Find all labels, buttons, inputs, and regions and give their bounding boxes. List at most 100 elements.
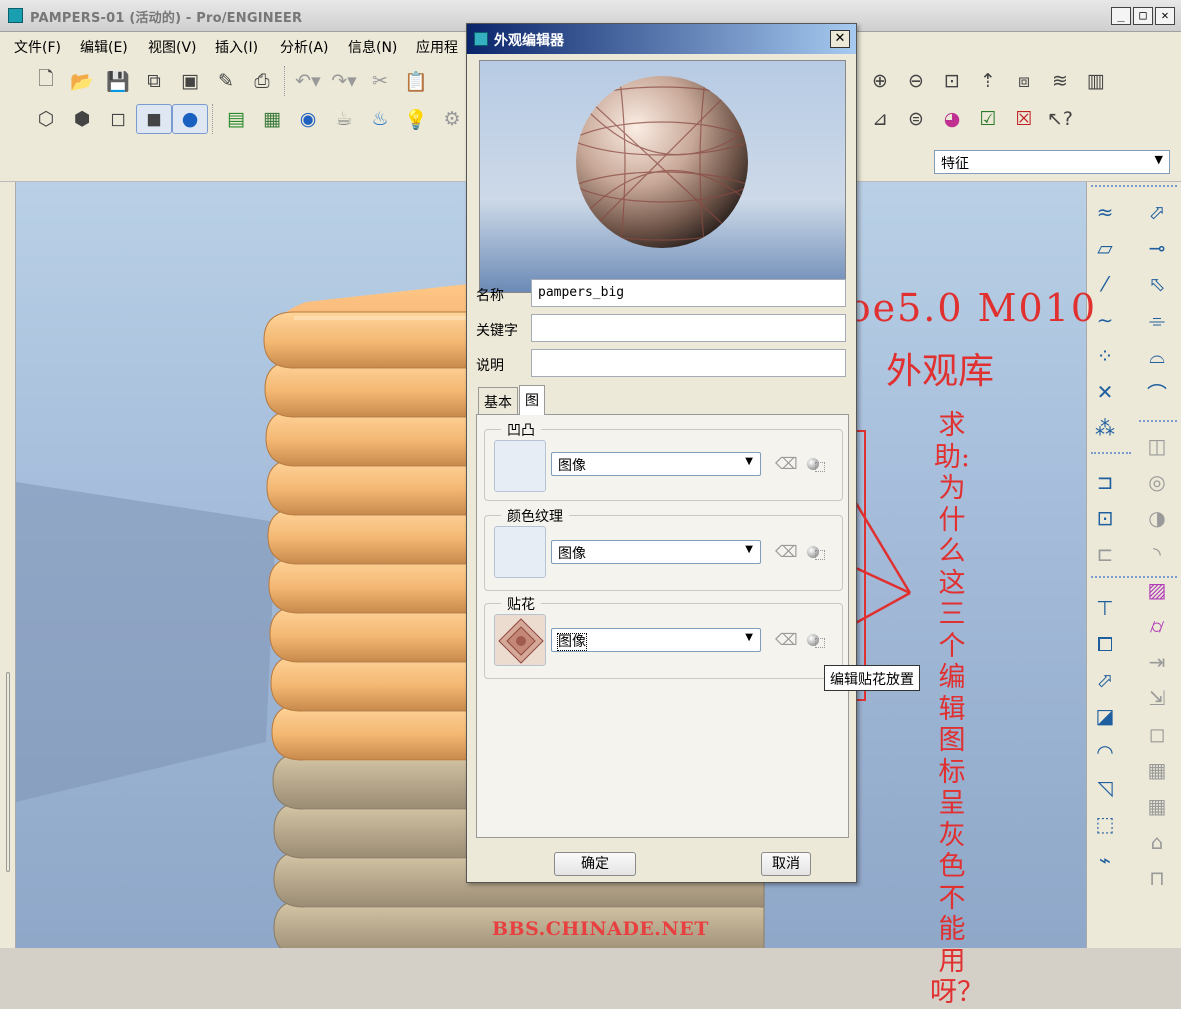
teapot-icon[interactable]: ☕ bbox=[326, 104, 362, 134]
eraser-icon[interactable]: ⌫ bbox=[775, 630, 798, 649]
new-icon[interactable]: 🗋 bbox=[28, 66, 64, 96]
cut-icon[interactable]: ✂ bbox=[362, 66, 398, 96]
close-window-icon[interactable]: ☒ bbox=[1006, 104, 1042, 134]
rib-icon[interactable]: ⬀ bbox=[1091, 666, 1119, 694]
style-icon[interactable]: ⌒ bbox=[1143, 378, 1171, 406]
zoom-in-icon[interactable]: ⊕ bbox=[862, 66, 898, 96]
window-icon[interactable]: ▣ bbox=[172, 66, 208, 96]
solidify-icon[interactable]: ▦ bbox=[1143, 756, 1171, 784]
decal-type-select[interactable]: 图像 ▼ bbox=[551, 628, 761, 652]
wrap-icon[interactable]: ⇲ bbox=[1143, 684, 1171, 712]
eraser-icon[interactable]: ⌫ bbox=[775, 542, 798, 561]
boundary-blend-icon[interactable]: ⌓ bbox=[1143, 342, 1171, 370]
merge-icon[interactable]: ◎ bbox=[1143, 468, 1171, 496]
draft-icon[interactable]: ◪ bbox=[1091, 702, 1119, 730]
minimize-button[interactable]: _ bbox=[1111, 7, 1131, 25]
texture-icon[interactable]: ▦ bbox=[254, 104, 290, 134]
color-texture-swatch[interactable] bbox=[494, 526, 546, 578]
bump-texture-swatch[interactable] bbox=[494, 440, 546, 492]
swept-blend-icon[interactable]: ⌁ bbox=[1091, 846, 1119, 874]
sketch-plane-icon[interactable]: ⊡ bbox=[1091, 504, 1119, 532]
tab-map[interactable]: 图 bbox=[519, 385, 545, 415]
appearance-icon[interactable]: ● bbox=[172, 104, 208, 134]
no-hidden-icon[interactable]: ◻ bbox=[100, 104, 136, 134]
remove-icon[interactable]: ⊓ bbox=[1143, 864, 1171, 892]
help-icon[interactable]: ↖? bbox=[1042, 104, 1078, 134]
color-texture-type-select[interactable]: 图像 ▼ bbox=[551, 540, 761, 564]
copy-window-icon[interactable]: ⧉ bbox=[136, 66, 172, 96]
edit-color-texture-placement-icon[interactable] bbox=[807, 546, 825, 560]
zoom-out-icon[interactable]: ⊖ bbox=[898, 66, 934, 96]
hidden-line-icon[interactable]: ⬢ bbox=[64, 104, 100, 134]
pattern-icon[interactable]: ▨ bbox=[1143, 576, 1171, 604]
light-icon[interactable]: 💡 bbox=[398, 104, 434, 134]
menu-insert[interactable]: 插入(I) bbox=[215, 37, 258, 57]
chamfer-icon[interactable]: ◹ bbox=[1091, 774, 1119, 802]
bump-type-select[interactable]: 图像 ▼ bbox=[551, 452, 761, 476]
refit-icon[interactable]: ⊡ bbox=[934, 66, 970, 96]
menu-info[interactable]: 信息(N) bbox=[348, 37, 397, 57]
menu-applications[interactable]: 应用程 bbox=[416, 37, 458, 57]
maximize-button[interactable]: □ bbox=[1133, 7, 1153, 25]
decal-texture-swatch[interactable] bbox=[494, 614, 546, 666]
paste-icon[interactable]: 📋 bbox=[398, 66, 434, 96]
blend-icon[interactable]: ⌯ bbox=[1143, 306, 1171, 334]
datum-point-icon[interactable]: ⁘ bbox=[1091, 342, 1119, 370]
scene-icon[interactable]: ▤ bbox=[218, 104, 254, 134]
round-icon[interactable]: ◠ bbox=[1091, 738, 1119, 766]
analysis-feature-icon[interactable]: ⁂ bbox=[1091, 414, 1119, 442]
menu-file[interactable]: 文件(F) bbox=[14, 37, 61, 57]
thicken-icon[interactable]: ▦ bbox=[1143, 792, 1171, 820]
datum-curve-icon[interactable]: ≈ bbox=[1091, 198, 1119, 226]
render-icon[interactable]: ♨ bbox=[362, 104, 398, 134]
cancel-button[interactable]: 取消 bbox=[761, 852, 811, 876]
orient-icon[interactable]: ⇡ bbox=[970, 66, 1006, 96]
globe-icon[interactable]: ◉ bbox=[290, 104, 326, 134]
menu-edit[interactable]: 编辑(E) bbox=[80, 37, 128, 57]
menu-view[interactable]: 视图(V) bbox=[148, 37, 197, 57]
ok-button[interactable]: 确定 bbox=[554, 852, 636, 876]
extrude-icon[interactable]: ⬀ bbox=[1143, 198, 1171, 226]
color-icon[interactable]: ◕ bbox=[934, 104, 970, 134]
coordinate-system-icon[interactable]: ✕ bbox=[1091, 378, 1119, 406]
measure-icon[interactable]: ⊿ bbox=[862, 104, 898, 134]
datum-plane-icon[interactable]: ▱ bbox=[1091, 234, 1119, 262]
intersect-icon[interactable]: ◻ bbox=[1143, 720, 1171, 748]
variable-section-sweep-icon[interactable]: ⬚ bbox=[1091, 810, 1119, 838]
menu-analysis[interactable]: 分析(A) bbox=[280, 37, 329, 57]
save-icon[interactable]: 💾 bbox=[100, 66, 136, 96]
sketch-done-icon[interactable]: ☑ bbox=[970, 104, 1006, 134]
offset-icon[interactable]: ⊏ bbox=[1091, 540, 1119, 568]
model-tree-icon[interactable]: ▥ bbox=[1078, 66, 1114, 96]
panel-resize-handle[interactable] bbox=[6, 672, 10, 872]
tab-basic[interactable]: 基本 bbox=[478, 387, 518, 414]
sketched-curve-icon[interactable]: ⊐ bbox=[1091, 468, 1119, 496]
cylinder-icon[interactable]: ⌭ bbox=[1143, 612, 1171, 640]
setup-icon[interactable]: ⚙ bbox=[434, 104, 470, 134]
shading-icon[interactable]: ◼ bbox=[136, 104, 172, 134]
fill-icon[interactable]: ⌂ bbox=[1143, 828, 1171, 856]
name-input[interactable]: pampers_big bbox=[531, 279, 846, 307]
filter-select[interactable]: 特征 ▼ bbox=[934, 150, 1170, 174]
description-input[interactable] bbox=[531, 349, 846, 377]
view-manager-icon[interactable]: ⧈ bbox=[1006, 66, 1042, 96]
wireframe-icon[interactable]: ⬡ bbox=[28, 104, 64, 134]
section-icon[interactable]: ⊜ bbox=[898, 104, 934, 134]
keyword-input[interactable] bbox=[531, 314, 846, 342]
dialog-close-button[interactable]: ✕ bbox=[830, 30, 850, 48]
shell-icon[interactable]: ⧠ bbox=[1091, 630, 1119, 658]
edit-icon[interactable]: ✎ bbox=[208, 66, 244, 96]
hole-icon[interactable]: ⊤ bbox=[1091, 594, 1119, 622]
close-button[interactable]: ✕ bbox=[1155, 7, 1175, 25]
trim-icon[interactable]: ◑ bbox=[1143, 504, 1171, 532]
eraser-icon[interactable]: ⌫ bbox=[775, 454, 798, 473]
revolve-icon[interactable]: ⊸ bbox=[1143, 234, 1171, 262]
open-icon[interactable]: 📂 bbox=[64, 66, 100, 96]
dialog-title-bar[interactable]: 外观编辑器 ✕ bbox=[467, 24, 856, 54]
undo-icon[interactable]: ↶▾ bbox=[290, 66, 326, 96]
print-icon[interactable]: ⎙ bbox=[244, 66, 280, 96]
project-icon[interactable]: ⇥ bbox=[1143, 648, 1171, 676]
layers-icon[interactable]: ≋ bbox=[1042, 66, 1078, 96]
edit-decal-placement-icon[interactable] bbox=[807, 634, 825, 648]
mirror-icon[interactable]: ◫ bbox=[1143, 432, 1171, 460]
